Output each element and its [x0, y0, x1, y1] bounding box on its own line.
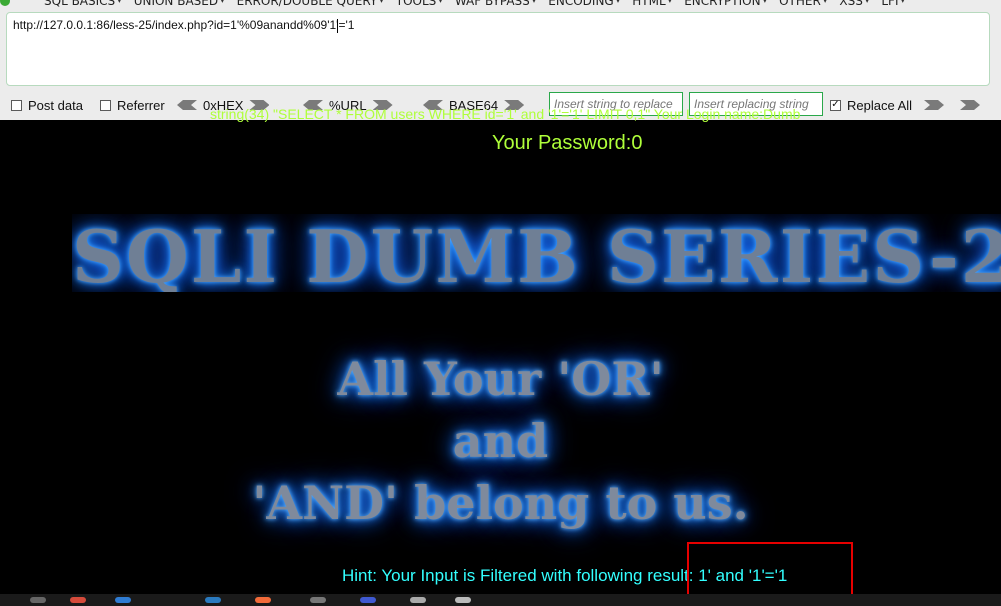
- post-data-label: Post data: [28, 97, 83, 113]
- hackbar-toolbar: SQL BASICS UNION BASED ERROR/DOUBLE QUER…: [0, 0, 1001, 121]
- text-caret: [337, 19, 338, 33]
- banner-line-2: and: [452, 414, 549, 468]
- page-content: string(34) "SELECT * FROM users WHERE id…: [0, 106, 1001, 606]
- menu-html[interactable]: HTML: [632, 0, 672, 8]
- menu-lfi[interactable]: LFI: [881, 0, 905, 8]
- password-line: Your Password:0: [492, 132, 643, 154]
- query-and-login-line: string(34) "SELECT * FROM users WHERE id…: [210, 106, 801, 122]
- menu-encoding[interactable]: ENCODING: [548, 0, 620, 8]
- referrer-checkbox[interactable]: [100, 99, 111, 111]
- banner-line-1: All Your 'OR': [337, 352, 664, 406]
- menu-error-double-query[interactable]: ERROR/DOUBLE QUERY: [237, 0, 384, 8]
- referrer-toggle[interactable]: Referrer: [100, 95, 165, 115]
- taskbar-icon-4[interactable]: [205, 597, 221, 603]
- menu-sql-basics[interactable]: SQL BASICS: [44, 0, 122, 8]
- split-url-icon[interactable]: [22, 0, 32, 6]
- taskbar-icon-3[interactable]: [115, 597, 131, 603]
- taskbar-icon-1[interactable]: [30, 597, 46, 603]
- menu-waf-bypass[interactable]: WAF BYPASS: [455, 0, 536, 8]
- taskbar-strip: [0, 594, 1001, 606]
- menu-inner: SQL BASICS UNION BASED ERROR/DOUBLE QUER…: [0, 0, 905, 8]
- menu-other[interactable]: OTHER: [779, 0, 827, 8]
- menu-row: SQL BASICS UNION BASED ERROR/DOUBLE QUER…: [0, 0, 1001, 10]
- url-text: http://127.0.0.1:86/less-25/index.php?id…: [13, 18, 355, 32]
- taskbar-icon-6[interactable]: [310, 597, 326, 603]
- taskbar-icon-9[interactable]: [455, 597, 471, 603]
- taskbar-icon-5[interactable]: [255, 597, 271, 603]
- url-textarea[interactable]: http://127.0.0.1:86/less-25/index.php?id…: [6, 12, 990, 86]
- post-data-toggle[interactable]: Post data: [11, 95, 83, 115]
- menu-union-based[interactable]: UNION BASED: [134, 0, 225, 8]
- menu-xss[interactable]: XSS: [839, 0, 869, 8]
- hex-decode-icon[interactable]: [177, 100, 197, 110]
- referrer-label: Referrer: [117, 97, 165, 113]
- highlight-rectangle: [687, 542, 853, 598]
- load-url-icon[interactable]: [0, 0, 10, 6]
- taskbar-icon-2[interactable]: [70, 597, 86, 603]
- menu-tools[interactable]: TOOLS: [396, 0, 443, 8]
- sqli-title-banner: SQLI DUMB SERIES-25: [72, 214, 1001, 292]
- post-data-checkbox[interactable]: [11, 99, 22, 111]
- taskbar-icon-7[interactable]: [360, 597, 376, 603]
- screen: SQL BASICS UNION BASED ERROR/DOUBLE QUER…: [0, 0, 1001, 606]
- taskbar-icon-8[interactable]: [410, 597, 426, 603]
- menu-encryption[interactable]: ENCRYPTION: [684, 0, 767, 8]
- banner-line-3: 'AND' belong to us.: [252, 476, 749, 530]
